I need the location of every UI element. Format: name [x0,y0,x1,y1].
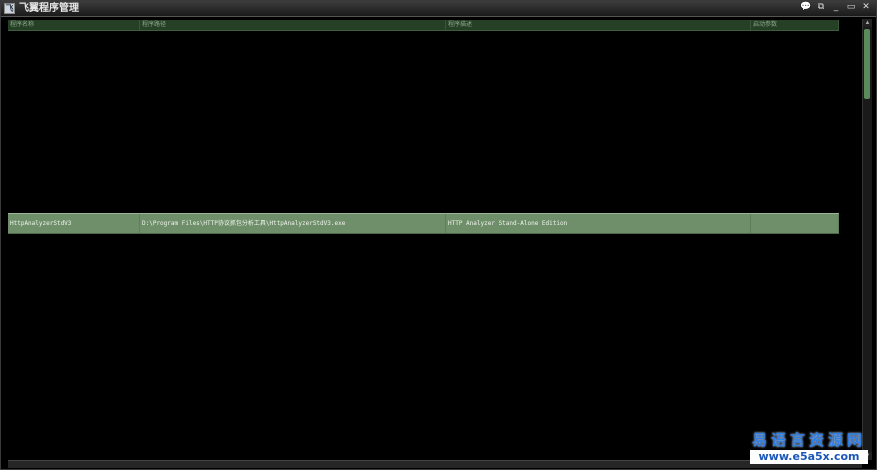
title-bar[interactable]: 飞 飞翼程序管理 💬 ⧉ _ ▭ ✕ [1,1,876,17]
horizontal-scrollbar[interactable] [8,460,862,468]
cell-path: D:\Program Files\HTTP协议抓包分析工具\HttpAnalyz… [140,214,446,233]
scroll-up-icon[interactable]: ▲ [863,19,872,27]
watermark-url: www.e5a5x.com [750,450,868,464]
table-header: 程序名称 程序路径 程序描述 启动参数 [8,20,839,31]
program-list[interactable]: 程序名称 程序路径 程序描述 启动参数 HttpAnalyzerStdV3 D:… [8,20,839,460]
window-title: 飞翼程序管理 [19,3,79,14]
app-icon: 飞 [4,3,15,14]
minimize-icon[interactable]: _ [830,2,842,13]
restore-icon[interactable]: ⧉ [815,2,827,13]
close-icon[interactable]: ✕ [860,2,872,13]
app-window: 飞 飞翼程序管理 💬 ⧉ _ ▭ ✕ 程序名称 程序路径 程序描述 启动参数 H… [0,0,877,470]
vertical-scrollbar[interactable]: ▲ ▼ [862,19,872,460]
column-header-name[interactable]: 程序名称 [8,20,140,30]
cell-description: HTTP Analyzer Stand-Alone Edition [446,214,751,233]
table-row[interactable]: HttpAnalyzerStdV3 D:\Program Files\HTTP协… [8,213,839,234]
cell-name: HttpAnalyzerStdV3 [8,214,140,233]
cell-args [751,214,839,233]
column-header-description[interactable]: 程序描述 [446,20,751,30]
scrollbar-thumb[interactable] [864,29,870,99]
column-header-path[interactable]: 程序路径 [140,20,446,30]
watermark: 易语言资源网 www.e5a5x.com [750,431,868,464]
watermark-title: 易语言资源网 [751,431,866,449]
chat-icon[interactable]: 💬 [800,2,812,13]
column-header-args[interactable]: 启动参数 [751,20,839,30]
maximize-icon[interactable]: ▭ [845,2,857,13]
window-controls: 💬 ⧉ _ ▭ ✕ [800,2,872,14]
